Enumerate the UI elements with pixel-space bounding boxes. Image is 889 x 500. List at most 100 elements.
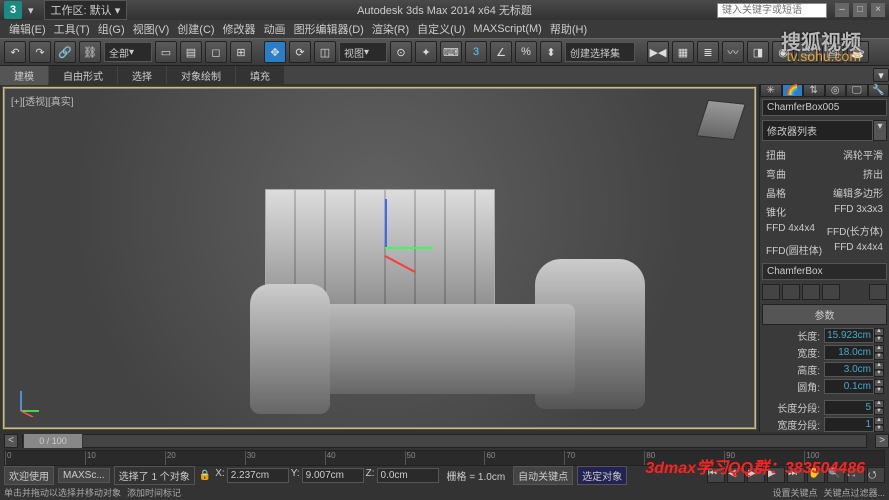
workspace-selector[interactable]: 工作区: 默认 ▾: [44, 0, 128, 20]
tab-modeling[interactable]: 建模: [0, 66, 48, 85]
make-unique-button[interactable]: [802, 284, 820, 300]
window-crossing-icon[interactable]: ⊞: [230, 41, 252, 63]
mod-lattice[interactable]: 晶格: [766, 185, 833, 200]
gizmo-y-axis[interactable]: [385, 247, 433, 249]
time-slider-end-icon[interactable]: >: [875, 434, 889, 448]
spinner-down-icon[interactable]: ▼: [874, 336, 884, 344]
help-search-input[interactable]: [717, 3, 827, 18]
reference-coord-dropdown[interactable]: 视图 ▾: [339, 42, 387, 62]
modifier-list-arrow-icon[interactable]: ▾: [873, 120, 887, 141]
modifier-stack[interactable]: ChamferBox: [762, 263, 887, 280]
mod-ffdcyl[interactable]: FFD(圆柱体): [766, 242, 834, 257]
show-end-result-button[interactable]: [782, 284, 800, 300]
modifier-list-dropdown[interactable]: 修改器列表: [762, 120, 873, 141]
selection-filter-dropdown[interactable]: 全部 ▾: [104, 42, 152, 62]
spinner-up-icon[interactable]: ▲: [874, 328, 884, 336]
orbit-button[interactable]: ⭯: [867, 467, 885, 483]
perspective-viewport[interactable]: [+][透视][真实]: [4, 88, 755, 428]
mod-ffd444a[interactable]: FFD 4x4x4: [766, 223, 827, 238]
undo-button[interactable]: ↶: [4, 41, 26, 63]
angle-snap-button[interactable]: ∠: [490, 41, 512, 63]
setkey-button[interactable]: 设置关键点: [772, 486, 817, 499]
menu-customize[interactable]: 自定义(U): [414, 20, 468, 38]
tab-object-paint[interactable]: 对象绘制: [167, 66, 235, 85]
redo-button[interactable]: ↷: [29, 41, 51, 63]
mod-twist[interactable]: 扭曲: [766, 147, 843, 162]
mod-bend[interactable]: 弯曲: [766, 166, 863, 181]
menu-create[interactable]: 创建(C): [174, 20, 217, 38]
z-coord-input[interactable]: 0.0cm: [377, 468, 439, 483]
display-tab[interactable]: 🖵: [846, 84, 868, 97]
snap-toggle[interactable]: 3: [465, 41, 487, 63]
tab-freeform[interactable]: 自由形式: [49, 66, 117, 85]
width-spinner[interactable]: 18.0cm: [824, 345, 874, 360]
mod-editpoly[interactable]: 编辑多边形: [833, 185, 883, 200]
fillet-spinner[interactable]: 0.1cm: [824, 379, 874, 394]
key-filters-button[interactable]: 关键点过滤器...: [823, 486, 885, 499]
mod-ffd333[interactable]: FFD 3x3x3: [834, 204, 883, 219]
mod-ffdbox[interactable]: FFD(长方体): [827, 223, 883, 238]
select-and-rotate-button[interactable]: ⟳: [289, 41, 311, 63]
spinner-snap-button[interactable]: ⬍: [540, 41, 562, 63]
select-and-scale-button[interactable]: ◫: [314, 41, 336, 63]
create-tab[interactable]: ✳: [760, 84, 782, 97]
curve-editor-button[interactable]: 〰: [722, 41, 744, 63]
gizmo-z-axis[interactable]: [385, 199, 387, 247]
maximize-button[interactable]: □: [853, 3, 867, 17]
app-logo[interactable]: 3: [4, 1, 22, 19]
add-time-tag[interactable]: 添加时间标记: [127, 486, 181, 499]
viewcube[interactable]: [698, 97, 746, 145]
height-spinner[interactable]: 3.0cm: [824, 362, 874, 377]
rollout-parameters[interactable]: 参数: [762, 304, 887, 325]
menu-rendering[interactable]: 渲染(R): [369, 20, 412, 38]
menu-tools[interactable]: 工具(T): [51, 20, 93, 38]
select-and-move-button[interactable]: ✥: [264, 41, 286, 63]
maxscript-listener[interactable]: MAXSc...: [58, 468, 110, 483]
manipulate-button[interactable]: ✦: [415, 41, 437, 63]
time-slider-thumb[interactable]: 0 / 100: [23, 433, 83, 449]
schematic-view-button[interactable]: ◨: [747, 41, 769, 63]
menu-edit[interactable]: 编辑(E): [6, 20, 49, 38]
object-name-field[interactable]: ChamferBox005: [762, 99, 887, 116]
utilities-tab[interactable]: 🔧: [868, 84, 889, 97]
lock-selection-icon[interactable]: 🔒: [199, 470, 211, 481]
viewport-label[interactable]: [+][透视][真实]: [11, 93, 74, 108]
menu-group[interactable]: 组(G): [95, 20, 128, 38]
ribbon-expand-icon[interactable]: ▾: [873, 68, 889, 82]
tab-populate[interactable]: 填充: [236, 66, 284, 85]
mod-ffd444b[interactable]: FFD 4x4x4: [834, 242, 883, 257]
layers-button[interactable]: ≣: [697, 41, 719, 63]
mod-taper[interactable]: 锥化: [766, 204, 834, 219]
time-slider-track[interactable]: 0 / 100: [22, 434, 867, 448]
x-coord-input[interactable]: 2.237cm: [227, 468, 289, 483]
menu-maxscript[interactable]: MAXScript(M): [470, 22, 544, 36]
remove-modifier-button[interactable]: [822, 284, 840, 300]
keyboard-shortcut-button[interactable]: ⌨: [440, 41, 462, 63]
select-by-name-button[interactable]: ▤: [180, 41, 202, 63]
mod-extrude[interactable]: 挤出: [863, 166, 883, 181]
length-spinner[interactable]: 15.923cm: [824, 328, 874, 343]
lseg-spinner[interactable]: 5: [824, 400, 874, 415]
motion-tab[interactable]: ◎: [825, 84, 847, 97]
wseg-spinner[interactable]: 1: [824, 417, 874, 432]
align-button[interactable]: ▦: [672, 41, 694, 63]
time-slider-expand-icon[interactable]: <: [4, 434, 18, 448]
minimize-button[interactable]: –: [835, 3, 849, 17]
link-button[interactable]: 🔗: [54, 41, 76, 63]
menu-view[interactable]: 视图(V): [130, 20, 173, 38]
use-pivot-center-button[interactable]: ⊙: [390, 41, 412, 63]
menu-help[interactable]: 帮助(H): [547, 20, 590, 38]
pin-stack-button[interactable]: [762, 284, 780, 300]
tab-selection[interactable]: 选择: [118, 66, 166, 85]
hierarchy-tab[interactable]: ⇅: [803, 84, 825, 97]
menu-modifiers[interactable]: 修改器: [220, 20, 259, 38]
select-object-button[interactable]: ▭: [155, 41, 177, 63]
close-button[interactable]: ×: [871, 3, 885, 17]
autokey-button[interactable]: 自动关键点: [513, 466, 573, 485]
menu-animation[interactable]: 动画: [261, 20, 289, 38]
mod-turbosmooth[interactable]: 涡轮平滑: [843, 147, 883, 162]
modify-tab[interactable]: 🌈: [782, 84, 804, 97]
y-coord-input[interactable]: 9.007cm: [302, 468, 364, 483]
mirror-button[interactable]: ▶◀: [647, 41, 669, 63]
app-menu-icon[interactable]: ▾: [28, 4, 34, 17]
